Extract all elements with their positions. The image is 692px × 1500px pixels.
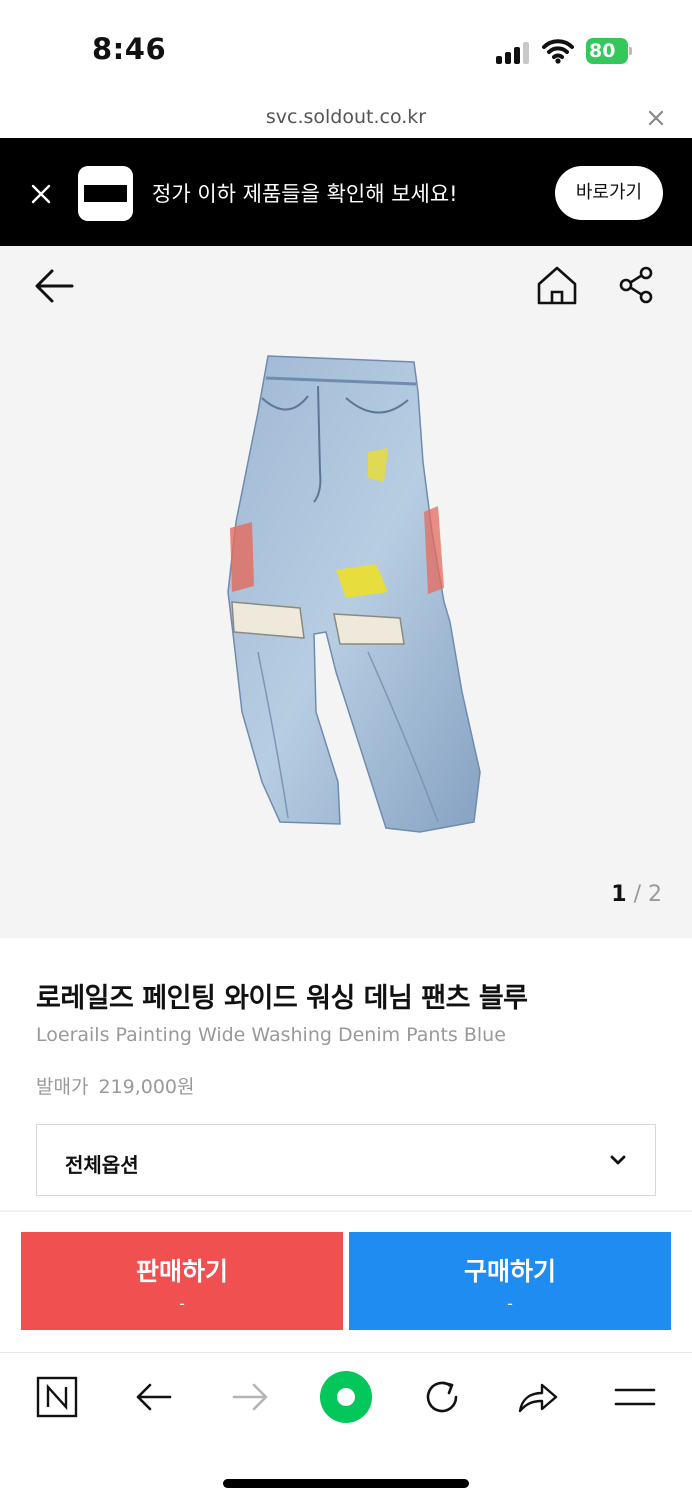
refresh-icon[interactable] — [418, 1373, 466, 1421]
app-promo-banner: 정가 이하 제품들을 확인해 보세요! 바로가기 — [0, 138, 692, 246]
close-icon[interactable] — [646, 108, 666, 128]
image-counter-current: 1 — [611, 882, 627, 907]
back-arrow-icon[interactable] — [34, 268, 74, 304]
back-arrow-icon[interactable] — [130, 1373, 178, 1421]
product-image-gallery[interactable]: 1 / 2 — [0, 246, 692, 938]
battery-icon: 80 — [586, 38, 632, 64]
image-counter: 1 / 2 — [611, 882, 662, 907]
option-dropdown[interactable]: 전체옵션 — [36, 1124, 656, 1196]
divider — [0, 1210, 692, 1212]
menu-icon[interactable] — [611, 1373, 659, 1421]
release-price: 발매가 219,000원 — [36, 1072, 195, 1099]
status-bar: 8:46 80 — [0, 0, 692, 100]
share-arrow-icon[interactable] — [514, 1373, 562, 1421]
url-bar[interactable]: svc.soldout.co.kr — [0, 100, 692, 138]
green-dot-icon[interactable] — [318, 1369, 374, 1425]
battery-level: 80 — [586, 38, 628, 64]
forward-arrow-icon[interactable] — [226, 1373, 274, 1421]
product-subtitle: Loerails Painting Wide Washing Denim Pan… — [36, 1024, 506, 1046]
cellular-signal-icon — [496, 42, 532, 64]
status-time: 8:46 — [92, 32, 167, 66]
buy-button-price: - — [507, 1294, 513, 1313]
sell-button-label: 판매하기 — [135, 1257, 228, 1286]
sell-button[interactable]: 판매하기 - — [21, 1232, 343, 1330]
close-icon[interactable] — [30, 183, 52, 205]
product-image[interactable] — [218, 352, 484, 834]
buy-button[interactable]: 구매하기 - — [349, 1232, 671, 1330]
app-logo-icon — [78, 166, 133, 221]
image-counter-total: 2 — [648, 882, 662, 907]
promo-go-button[interactable]: 바로가기 — [555, 166, 663, 220]
home-icon[interactable] — [536, 264, 578, 306]
wifi-icon — [542, 39, 574, 64]
image-counter-separator: / — [626, 882, 648, 907]
promo-message: 정가 이하 제품들을 확인해 보세요! — [152, 182, 458, 206]
option-dropdown-value: 전체옵션 — [65, 1153, 139, 1177]
browser-toolbar — [0, 1352, 692, 1500]
naver-n-icon[interactable] — [33, 1373, 81, 1421]
chevron-down-icon — [610, 1155, 626, 1165]
product-title: 로레일즈 페인팅 와이드 워싱 데님 팬츠 블루 — [36, 983, 528, 1014]
share-icon[interactable] — [618, 266, 654, 304]
home-indicator[interactable] — [223, 1479, 469, 1488]
url-text[interactable]: svc.soldout.co.kr — [0, 106, 692, 128]
release-price-value: 219,000원 — [98, 1076, 195, 1098]
buy-button-label: 구매하기 — [463, 1257, 556, 1286]
sell-button-price: - — [179, 1294, 185, 1313]
release-price-label: 발매가 — [36, 1076, 89, 1098]
